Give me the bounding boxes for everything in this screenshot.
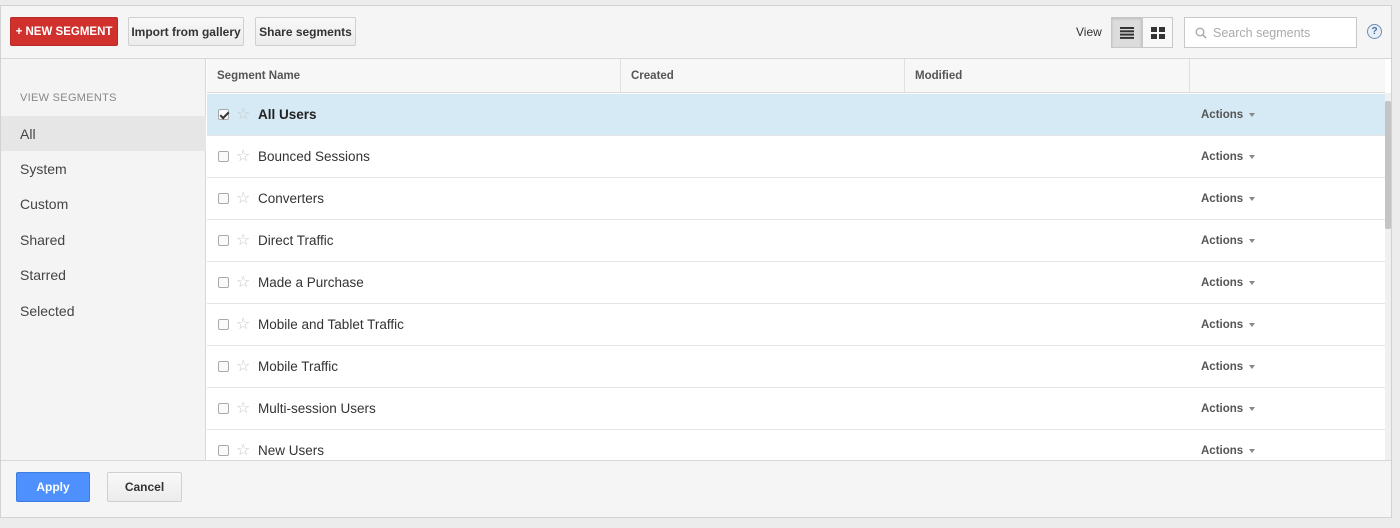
search-input[interactable] [1213,25,1353,40]
caret-down-icon [1249,112,1256,117]
row-checkbox[interactable] [218,361,229,372]
sidebar-item-starred[interactable]: Starred [1,257,206,292]
table-row[interactable]: ☆ Made a Purchase Actions [207,262,1385,304]
segment-name: All Users [258,107,317,122]
apply-button[interactable]: Apply [16,472,90,502]
help-icon[interactable]: ? [1367,24,1382,39]
sidebar-heading: VIEW SEGMENTS [20,92,117,104]
scrollbar[interactable] [1385,93,1391,460]
segment-name: Multi-session Users [258,401,376,416]
actions-label: Actions [1201,150,1244,163]
sidebar-item-selected[interactable]: Selected [1,293,206,328]
star-icon[interactable]: ☆ [236,442,250,459]
actions-label: Actions [1201,402,1244,415]
actions-dropdown[interactable]: Actions [1201,150,1256,163]
caret-down-icon [1249,154,1256,159]
segment-name: Made a Purchase [258,275,364,290]
table-row[interactable]: ☆ Bounced Sessions Actions [207,136,1385,178]
caret-down-icon [1249,364,1256,369]
actions-dropdown[interactable]: Actions [1201,108,1256,121]
actions-label: Actions [1201,360,1244,373]
actions-label: Actions [1201,276,1244,289]
column-header-segment-name[interactable]: Segment Name [207,59,621,93]
toolbar: + NEW SEGMENT Import from gallery Share … [1,6,1391,58]
segment-name: Bounced Sessions [258,149,370,164]
actions-dropdown[interactable]: Actions [1201,402,1256,415]
segment-name: Mobile Traffic [258,359,339,374]
star-icon[interactable]: ☆ [236,148,250,165]
star-icon[interactable]: ☆ [236,400,250,417]
caret-down-icon [1249,238,1256,243]
view-label: View [1076,25,1102,39]
caret-down-icon [1249,406,1256,411]
star-icon[interactable]: ☆ [236,190,250,207]
table-row[interactable]: ☆ Direct Traffic Actions [207,220,1385,262]
segments-table: Segment Name Created Modified ☆ All Users… [207,59,1385,460]
caret-down-icon [1249,280,1256,285]
grid-view-icon [1150,26,1165,39]
sidebar-item-custom[interactable]: Custom [1,186,206,221]
table-row[interactable]: ☆ Multi-session Users Actions [207,388,1385,430]
table-row[interactable]: ☆ Mobile and Tablet Traffic Actions [207,304,1385,346]
actions-label: Actions [1201,108,1244,121]
import-from-gallery-button[interactable]: Import from gallery [128,17,244,46]
star-icon[interactable]: ☆ [236,316,250,333]
actions-label: Actions [1201,318,1244,331]
table-row[interactable]: ☆ New Users Actions [207,430,1385,460]
caret-down-icon [1249,196,1256,201]
actions-dropdown[interactable]: Actions [1201,318,1256,331]
grid-view-button[interactable] [1142,17,1173,48]
actions-dropdown[interactable]: Actions [1201,444,1256,457]
list-view-button[interactable] [1111,17,1142,48]
row-checkbox[interactable] [218,403,229,414]
actions-dropdown[interactable]: Actions [1201,234,1256,247]
row-checkbox[interactable] [218,445,229,456]
scrollbar-thumb[interactable] [1385,101,1391,229]
row-checkbox[interactable] [218,109,229,120]
star-icon[interactable]: ☆ [236,358,250,375]
caret-down-icon [1249,448,1256,453]
actions-label: Actions [1201,192,1244,205]
actions-dropdown[interactable]: Actions [1201,360,1256,373]
share-segments-button[interactable]: Share segments [255,17,356,46]
sidebar-item-shared[interactable]: Shared [1,222,206,257]
cancel-button[interactable]: Cancel [107,472,182,502]
table-row[interactable]: ☆ All Users Actions [207,94,1385,136]
segment-name: Converters [258,191,325,206]
actions-label: Actions [1201,234,1244,247]
row-checkbox[interactable] [218,235,229,246]
row-checkbox[interactable] [218,277,229,288]
search-box [1184,17,1357,48]
actions-dropdown[interactable]: Actions [1201,192,1256,205]
new-segment-button[interactable]: + NEW SEGMENT [10,17,118,46]
star-icon[interactable]: ☆ [236,106,250,123]
table-row[interactable]: ☆ Converters Actions [207,178,1385,220]
sidebar-item-system[interactable]: System [1,151,206,186]
row-checkbox[interactable] [218,151,229,162]
segment-name: New Users [258,443,325,458]
segment-name: Direct Traffic [258,233,334,248]
search-icon [1195,27,1207,39]
star-icon[interactable]: ☆ [236,232,250,249]
segments-dialog: + NEW SEGMENT Import from gallery Share … [0,5,1392,518]
segment-name: Mobile and Tablet Traffic [258,317,404,332]
segments-panel: VIEW SEGMENTS All System Custom Shared S… [1,58,1391,461]
column-header-created[interactable]: Created [621,59,905,93]
table-row[interactable]: ☆ Mobile Traffic Actions [207,346,1385,388]
sidebar: VIEW SEGMENTS All System Custom Shared S… [1,59,206,460]
actions-label: Actions [1201,444,1244,457]
row-checkbox[interactable] [218,319,229,330]
sidebar-item-all[interactable]: All [1,116,206,151]
row-checkbox[interactable] [218,193,229,204]
actions-dropdown[interactable]: Actions [1201,276,1256,289]
column-header-actions [1190,59,1385,93]
column-header-modified[interactable]: Modified [905,59,1190,93]
caret-down-icon [1249,322,1256,327]
star-icon[interactable]: ☆ [236,274,250,291]
list-view-icon [1119,26,1134,39]
